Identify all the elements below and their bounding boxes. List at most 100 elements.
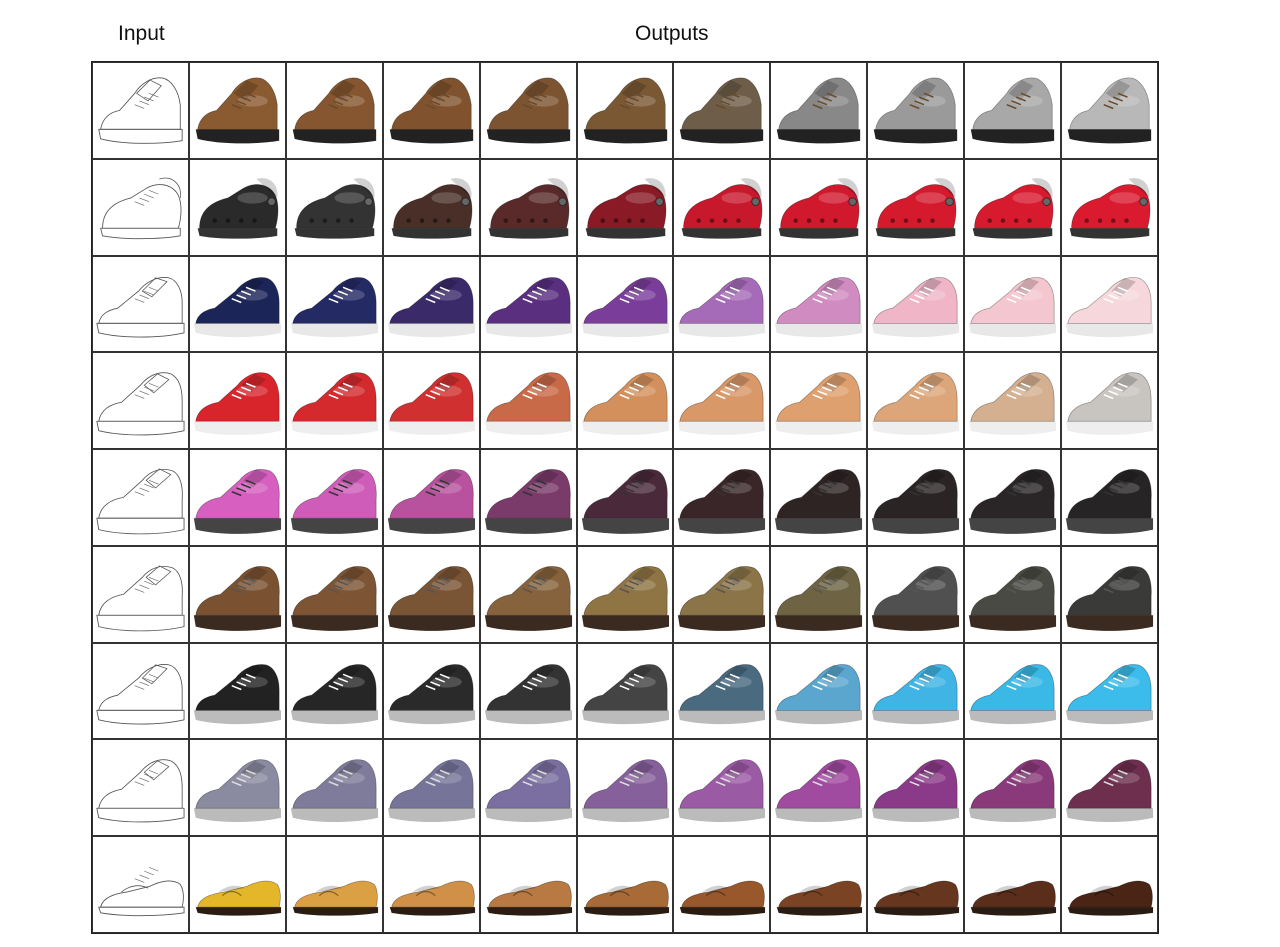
generated-shoe — [294, 177, 376, 239]
shoe-sketch — [96, 759, 185, 823]
generated-shoe — [389, 77, 473, 144]
generated-shoe — [872, 372, 960, 436]
input-sketch-cell — [92, 739, 189, 837]
output-shoe-cell — [673, 449, 771, 546]
output-shoe-cell — [867, 545, 965, 643]
generated-shoe — [969, 759, 1057, 823]
output-shoe-cell — [285, 158, 383, 256]
output-shoe-cell — [1061, 449, 1158, 546]
input-sketch-cell — [92, 836, 189, 933]
output-shoe-cell — [285, 739, 383, 837]
input-sketch-cell — [92, 352, 189, 450]
output-shoe-cell — [964, 158, 1062, 256]
output-shoe-cell — [479, 836, 577, 933]
generated-shoe — [581, 565, 669, 631]
output-shoe-cell — [1061, 739, 1158, 837]
generated-shoe — [387, 276, 475, 337]
generated-shoe — [775, 276, 863, 337]
generated-shoe — [872, 276, 960, 337]
output-shoe-cell — [576, 739, 674, 837]
generated-shoe — [290, 759, 378, 823]
output-shoe-cell — [770, 642, 868, 740]
output-shoe-cell — [285, 545, 383, 643]
output-shoe-cell — [285, 836, 383, 933]
generated-shoe — [484, 372, 572, 436]
output-shoe-cell — [1061, 836, 1158, 933]
output-shoe-cell — [576, 352, 674, 450]
output-shoe-cell — [1061, 158, 1158, 256]
generated-shoe — [872, 565, 960, 631]
output-shoe-cell — [770, 352, 868, 450]
output-shoe-cell — [867, 449, 965, 546]
output-shoe-cell — [964, 62, 1062, 159]
shoe-sketch — [96, 276, 185, 338]
generated-shoe — [1065, 759, 1154, 823]
output-shoe-cell — [770, 739, 868, 837]
output-shoe-cell — [188, 255, 286, 353]
shoe-sketch — [98, 867, 185, 917]
output-shoe-cell — [1061, 642, 1158, 740]
output-shoe-cell — [576, 545, 674, 643]
output-shoe-cell — [770, 158, 868, 256]
output-shoe-cell — [867, 352, 965, 450]
generated-shoe — [581, 759, 669, 823]
generated-shoe — [775, 469, 863, 534]
input-column-header: Input — [118, 22, 165, 45]
input-sketch-cell — [92, 642, 189, 740]
shoe-sketch — [96, 468, 185, 535]
generated-shoe — [1065, 372, 1154, 436]
generated-shoe — [678, 759, 766, 823]
output-shoe-cell — [770, 449, 868, 546]
generated-shoe — [484, 663, 572, 724]
generated-shoe — [969, 663, 1057, 724]
generated-shoe — [777, 77, 861, 144]
outputs-column-header: Outputs — [635, 22, 709, 45]
output-shoe-cell — [285, 255, 383, 353]
output-shoe-cell — [576, 255, 674, 353]
output-shoe-cell — [188, 642, 286, 740]
output-shoe-cell — [382, 545, 480, 643]
generated-shoe — [387, 372, 475, 436]
generated-shoe — [682, 177, 763, 239]
generated-shoe — [484, 276, 572, 337]
output-shoe-cell — [479, 739, 577, 837]
generated-shoe — [969, 469, 1057, 534]
generated-shoe — [775, 759, 863, 823]
output-shoe-cell — [188, 545, 286, 643]
output-shoe-cell — [479, 158, 577, 256]
output-shoe-cell — [479, 642, 577, 740]
output-shoe-cell — [285, 642, 383, 740]
output-shoe-cell — [285, 449, 383, 546]
generated-shoe — [195, 869, 281, 916]
generated-shoe — [387, 759, 475, 823]
output-shoe-cell — [479, 449, 577, 546]
output-shoe-cell — [382, 836, 480, 933]
output-shoe-cell — [576, 642, 674, 740]
generated-shoe — [678, 469, 766, 534]
generated-shoe — [874, 869, 960, 916]
output-shoe-cell — [479, 352, 577, 450]
output-shoe-cell — [285, 62, 383, 159]
generated-shoe — [292, 77, 376, 144]
output-shoe-cell — [285, 352, 383, 450]
output-shoe-cell — [964, 449, 1062, 546]
generated-shoe — [678, 372, 766, 436]
shoe-sketch — [96, 372, 185, 436]
output-shoe-cell — [673, 739, 771, 837]
generated-shoe — [1067, 869, 1154, 916]
output-shoe-cell — [188, 739, 286, 837]
generated-shoe — [193, 663, 281, 724]
generated-shoe — [197, 177, 279, 239]
output-shoe-cell — [1061, 62, 1158, 159]
generated-shoe — [583, 869, 669, 916]
input-sketch-cell — [92, 449, 189, 546]
shoe-grid — [91, 61, 1159, 934]
input-sketch-cell — [92, 158, 189, 256]
generated-shoe — [486, 869, 572, 916]
generated-shoe — [678, 663, 766, 724]
output-shoe-cell — [382, 739, 480, 837]
generated-shoe — [391, 177, 473, 239]
generated-shoe — [290, 663, 378, 724]
generated-shoe — [874, 77, 958, 144]
output-shoe-cell — [382, 158, 480, 256]
